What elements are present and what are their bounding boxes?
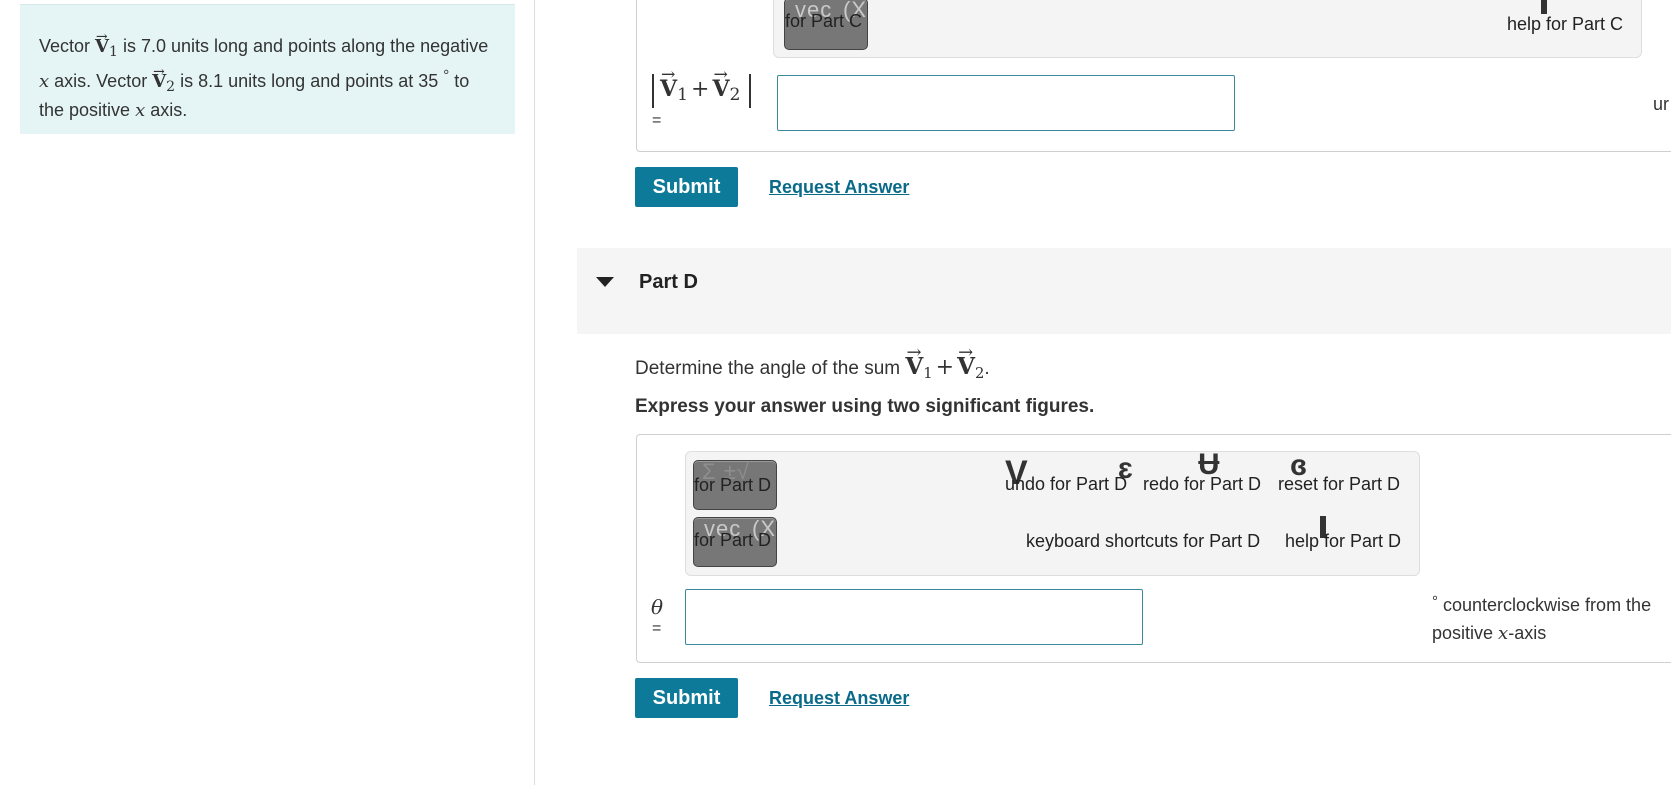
partD-title: Part D: [639, 271, 698, 293]
partD-help-button[interactable]: help for Part D: [1285, 531, 1401, 552]
partD-instruction: Express your answer using two significan…: [635, 396, 1095, 417]
problem-text: is 8.1 units long and points at 35: [175, 71, 444, 91]
math-x: x: [135, 100, 146, 121]
unit-text: positive: [1432, 623, 1499, 643]
problem-statement: Vector V1 is 7.0 units long and points a…: [20, 4, 515, 134]
partD-question: Determine the angle of the sum V1+V2.: [635, 342, 990, 382]
abs-bar-left: [652, 74, 654, 108]
expr-sub1: 1: [677, 85, 688, 106]
vector-v2-subscript: 2: [166, 78, 176, 95]
partD-keyboard-shortcuts-button[interactable]: keyboard shortcuts for Part D: [1026, 531, 1260, 552]
question-sub1: 1: [923, 364, 933, 382]
partD-undo-button[interactable]: undo for Part D: [1005, 474, 1127, 495]
partD-request-answer-link[interactable]: Request Answer: [769, 688, 909, 709]
vector-v2-symbol: V: [152, 59, 166, 95]
problem-text: Vector: [39, 36, 96, 56]
question-v1: V: [905, 342, 923, 380]
math-x: x: [1498, 623, 1509, 644]
expr-v2: V: [712, 65, 729, 102]
partD-redo-button[interactable]: redo for Part D: [1143, 474, 1261, 495]
partC-vec-template-button[interactable]: vec (X for Part C: [784, 0, 868, 50]
partD-math-template-button[interactable]: Σ ±√ for Part D: [693, 460, 777, 510]
problem-text: is 7.0 units long and points along the n…: [117, 36, 489, 56]
abs-bar-right: [749, 74, 751, 108]
partD-vec-template-button[interactable]: vec (X for Part D: [693, 517, 777, 567]
caret-down-icon[interactable]: [596, 277, 614, 287]
tool-caption: for Part D: [694, 475, 772, 495]
expr-sub2: 2: [729, 85, 741, 106]
vector-v1-subscript: 1: [109, 43, 118, 60]
degree-symbol: °: [1432, 593, 1438, 610]
tool-caption: for Part D: [694, 530, 772, 550]
partC-answer-input[interactable]: [777, 75, 1235, 131]
expr-plus: +: [691, 77, 710, 102]
partC-submit-button[interactable]: Submit: [635, 167, 738, 207]
equals-sign: =: [652, 620, 662, 637]
partC-unit-label: ur: [1653, 94, 1670, 114]
unit-text: -axis: [1508, 623, 1547, 643]
partD-unit-label: ° counterclockwise from the positive x-a…: [1432, 592, 1651, 647]
partD-toolbar: [685, 451, 1420, 576]
question-plus: +: [935, 355, 955, 380]
partC-help-button[interactable]: help for Part C: [1507, 14, 1623, 35]
theta-symbol: θ: [651, 595, 664, 619]
question-text: Determine the angle of the sum: [635, 358, 906, 379]
partD-reset-button[interactable]: reset for Part D: [1278, 474, 1400, 495]
question-text: .: [984, 358, 990, 379]
expr-v1: V: [660, 65, 677, 102]
partD-header[interactable]: [577, 248, 1671, 334]
problem-text: axis. Vector: [49, 71, 153, 91]
question-sub2: 2: [974, 364, 985, 382]
partC-request-answer-link[interactable]: Request Answer: [769, 177, 909, 198]
math-x: x: [39, 71, 50, 92]
help-icon: [1541, 0, 1547, 14]
problem-text: axis.: [145, 100, 188, 120]
question-v2: V: [957, 342, 975, 380]
vector-v1-symbol: V: [95, 24, 109, 60]
problem-panel: Vector V1 is 7.0 units long and points a…: [0, 0, 535, 785]
equals-sign: =: [652, 112, 662, 129]
partD-answer-input[interactable]: [685, 589, 1143, 645]
unit-text: counterclockwise from the: [1438, 595, 1652, 615]
tool-caption: for Part C: [785, 11, 863, 31]
partD-submit-button[interactable]: Submit: [635, 678, 738, 718]
